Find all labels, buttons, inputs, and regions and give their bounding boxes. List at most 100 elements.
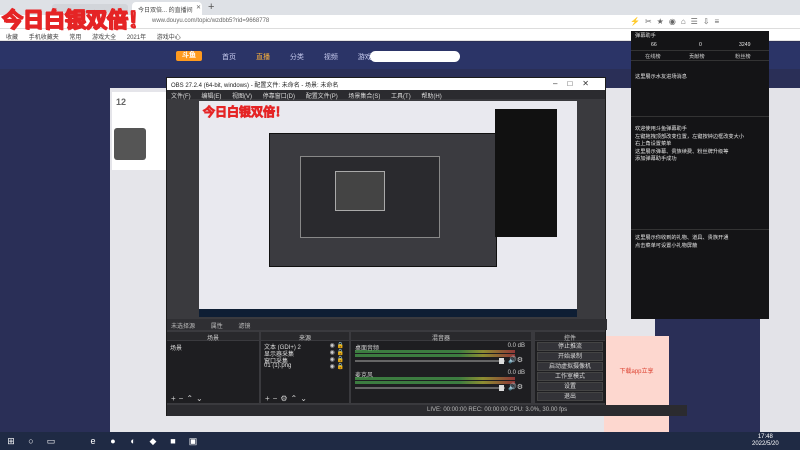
source-tools[interactable]: +−⚙⌃⌄	[265, 394, 310, 403]
visibility-icon[interactable]: ◉ 🔒	[330, 342, 344, 349]
controls-header: 控件	[535, 332, 605, 342]
site-search-input[interactable]	[370, 51, 460, 62]
new-tab-icon[interactable]: +	[208, 1, 214, 13]
app-icon[interactable]: ●	[108, 436, 118, 446]
overlay-title: 今日白银双倍！	[1, 7, 149, 32]
source-item[interactable]: 显示器采集 ◉ 🔒	[264, 349, 346, 358]
controls-panel: 停止推流 开始录制 启动虚拟摄像机 工作室模式 设置 退出	[535, 341, 605, 403]
stat-online: 66	[651, 42, 657, 48]
site-logo[interactable]: 斗鱼	[176, 51, 202, 61]
bookmark-item[interactable]: 游戏大全	[92, 35, 116, 41]
bookmark-item[interactable]: 手机收藏夹	[29, 35, 59, 41]
volume-meter	[355, 354, 515, 357]
streamer-avatar[interactable]	[114, 128, 146, 160]
obs-titlebar: OBS 27.2.4 (64-bit, windows) - 配置文件: 未命名…	[167, 78, 605, 90]
tab-fan-rank[interactable]: 粉丝榜	[735, 53, 751, 60]
volume-slider-knob[interactable]	[499, 358, 504, 364]
preview-helper-panel	[495, 109, 557, 237]
bookmark-item[interactable]: 常用	[69, 35, 81, 41]
app-icon[interactable]: ▣	[188, 436, 198, 446]
scene-item[interactable]: 场景	[170, 343, 256, 352]
helper-tabs: 在线榜 贡献榜 粉丝榜	[631, 51, 769, 61]
visibility-icon[interactable]: ◉ 🔒	[330, 349, 344, 356]
menu-docks[interactable]: 停靠窗口(D)	[263, 94, 295, 100]
system-clock[interactable]: 17:48 2022/5/20	[752, 434, 779, 448]
helper-line: 右上角设置菜单	[635, 141, 672, 147]
danmaku-message-area: 欢迎使用斗鱼弹幕助手 左键拖拽顶部改变位置，左键按钟边框改变大小 右上角设置菜单…	[635, 126, 744, 164]
nav-item[interactable]: 分类	[290, 54, 304, 61]
volume-meter	[355, 381, 515, 384]
nav-item[interactable]: 视频	[324, 54, 338, 61]
tab-online-rank[interactable]: 在线榜	[645, 53, 661, 60]
preview-taskbar	[199, 309, 577, 317]
source-item[interactable]: 窗口采集 ◉ 🔒	[264, 356, 346, 365]
promo-text: 下载app立享	[619, 369, 654, 375]
windows-taskbar: ⊞ ○ ▭ e ● ◐ ◆ ■ ▣ 17:48 2022/5/20	[0, 432, 800, 450]
volume-slider[interactable]	[355, 387, 505, 389]
menu-tools[interactable]: 工具(T)	[391, 94, 411, 100]
menu-edit[interactable]: 编辑(E)	[201, 94, 221, 100]
start-icon[interactable]: ⊞	[6, 436, 16, 446]
edge-icon[interactable]: e	[88, 436, 98, 446]
tab-close-icon[interactable]: ✕	[196, 4, 201, 11]
obs-icon[interactable]: ◐	[128, 436, 138, 446]
volume-meter	[355, 350, 515, 353]
obs-window-title: OBS 27.2.4 (64-bit, windows) - 配置文件: 未命名…	[171, 83, 339, 89]
volume-slider[interactable]	[355, 360, 505, 362]
no-source-label: 未选择源	[171, 324, 196, 330]
filters-button[interactable]: 滤镜	[238, 324, 250, 330]
helper-line: 这里展示弹幕、贵族续费、粉丝牌升级等	[635, 148, 729, 155]
volume-slider-knob[interactable]	[499, 385, 504, 391]
window-controls[interactable]: –□✕	[553, 79, 599, 88]
stat-gifts: 0	[699, 42, 702, 48]
menu-help[interactable]: 帮助(H)	[421, 94, 441, 100]
url-text[interactable]: www.douyu.com/topic/wzdbb5?rid=9668778	[152, 18, 269, 24]
obs-preview[interactable]: 今日白银双倍！	[199, 101, 577, 317]
app-icon[interactable]: ■	[168, 436, 178, 446]
start-recording-button[interactable]: 开始录制	[537, 352, 603, 361]
tab-contribution-rank[interactable]: 贡献榜	[689, 53, 705, 60]
mixer-header: 混音器	[351, 332, 531, 342]
stop-streaming-button[interactable]: 停止推流	[537, 342, 603, 351]
menu-scene-collection[interactable]: 场景集合(S)	[348, 94, 380, 100]
helper-title: 弹幕助手	[635, 33, 656, 39]
visibility-icon[interactable]: ◉ 🔒	[330, 356, 344, 363]
app-icon[interactable]: ◆	[148, 436, 158, 446]
bookmark-item[interactable]: 收藏	[6, 35, 18, 41]
clock-date: 2022/5/20	[752, 441, 779, 447]
browser-toolbar-icons[interactable]: ⚡✂★◉⌂☰⇩≡	[630, 17, 724, 26]
channel-db: 0.0 dB	[507, 343, 525, 349]
entry-message-area: 这里展示水友进场消息	[635, 74, 687, 80]
speaker-icon[interactable]: 🔊⚙	[508, 383, 523, 391]
helper-line: 点击菜单可设置小礼物屏蔽	[635, 242, 698, 249]
helper-line: 添加弹幕助手成功	[635, 156, 677, 162]
helper-stats: 66 0 3249	[631, 39, 769, 51]
search-icon[interactable]: ○	[26, 436, 36, 446]
source-item[interactable]: 文本 (GDI+) 2 ◉ 🔒	[264, 342, 346, 351]
stat-followers: 3249	[739, 42, 751, 48]
menu-profile[interactable]: 配置文件(P)	[306, 94, 338, 100]
virtual-camera-button[interactable]: 启动虚拟摄像机	[537, 362, 603, 371]
source-item[interactable]: 01 (1).png ◉ 🔒	[264, 363, 346, 370]
obs-statusbar: LIVE: 00:00:00 REC: 00:00:00 CPU: 3.0%, …	[167, 405, 687, 416]
properties-button[interactable]: 属性	[211, 324, 223, 330]
task-view-icon[interactable]: ▭	[46, 436, 56, 446]
preview-overlay-title: 今日白银双倍！	[203, 105, 288, 120]
bookmark-item[interactable]: 2021年	[127, 35, 146, 41]
bookmark-item[interactable]: 游戏中心	[157, 35, 181, 41]
promo-banner[interactable]: 下载app立享	[604, 336, 669, 432]
menu-view[interactable]: 视图(V)	[232, 94, 252, 100]
menu-file[interactable]: 文件(F)	[171, 94, 191, 100]
nav-item[interactable]: 首页	[222, 54, 236, 61]
studio-mode-button[interactable]: 工作室模式	[537, 372, 603, 381]
nav-item-active[interactable]: 直播	[256, 54, 270, 61]
scene-tools[interactable]: +−⌃⌄	[171, 394, 206, 403]
settings-button[interactable]: 设置	[537, 382, 603, 391]
helper-line: 左键拖拽顶部改变位置，左键按钟边框改变大小	[635, 133, 744, 140]
visibility-icon[interactable]: ◉ 🔒	[330, 363, 344, 370]
source-toolbar: 未选择源 属性 滤镜	[167, 319, 607, 330]
room-level: 12	[116, 97, 127, 107]
divider	[631, 229, 769, 230]
speaker-icon[interactable]: 🔊⚙	[508, 356, 523, 364]
exit-button[interactable]: 退出	[537, 392, 603, 401]
